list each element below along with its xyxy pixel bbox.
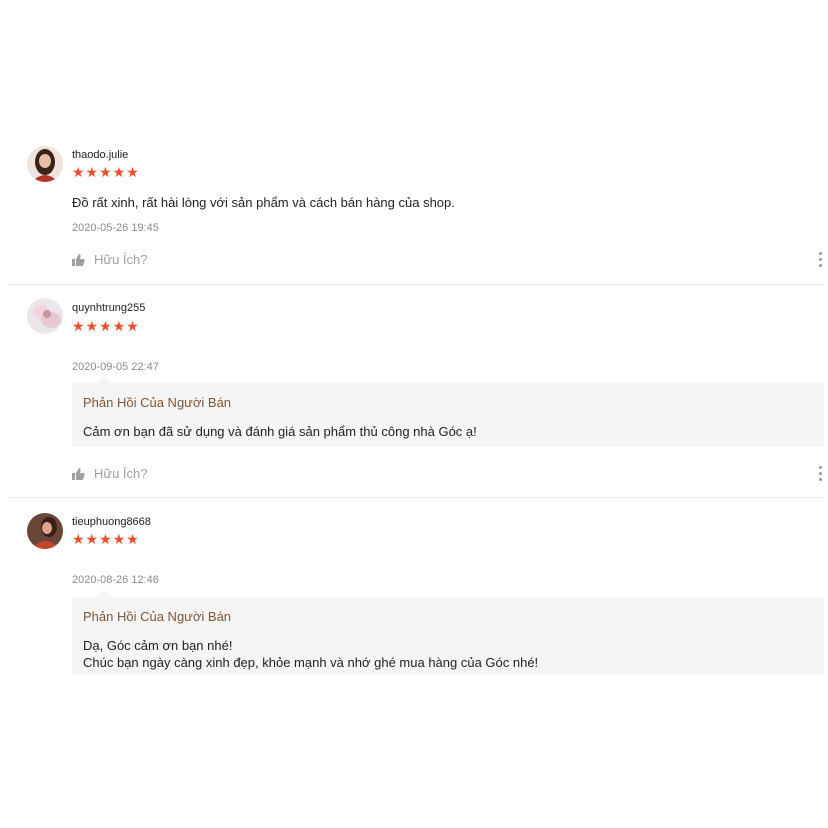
helpful-button[interactable]: Hữu Ích? xyxy=(72,252,148,267)
review-time: 2020-08-26 12:46 xyxy=(72,574,159,586)
username[interactable]: quynhtrung255 xyxy=(72,302,145,314)
seller-reply: Phản Hồi Của Người Bán Cảm ơn bạn đã sử … xyxy=(72,375,824,447)
helpful-button[interactable]: Hữu Ích? xyxy=(72,466,148,481)
review-time: 2020-05-26 19:45 xyxy=(72,222,159,234)
star-rating: ★★★★★ xyxy=(72,164,140,180)
more-vertical-icon[interactable] xyxy=(817,252,823,270)
seller-reply-title: Phản Hồi Của Người Bán xyxy=(83,609,232,624)
divider xyxy=(8,284,824,285)
avatar[interactable] xyxy=(27,146,63,182)
helpful-label: Hữu Ích? xyxy=(94,466,148,481)
seller-reply-title: Phản Hồi Của Người Bán xyxy=(83,395,232,410)
divider xyxy=(8,497,824,498)
avatar[interactable] xyxy=(27,513,63,549)
thumbs-up-icon xyxy=(72,253,85,266)
seller-reply-text: Chúc bạn ngày càng xinh đẹp, khỏe mạnh v… xyxy=(83,655,539,670)
star-rating: ★★★★★ xyxy=(72,318,140,334)
review-comment: Đồ rất xinh, rất hài lòng với sản phẩm v… xyxy=(72,195,455,210)
seller-reply: Phản Hồi Của Người Bán Dạ, Góc cảm ơn bạ… xyxy=(72,589,824,675)
seller-reply-text: Dạ, Góc cảm ơn bạn nhé! xyxy=(83,638,233,653)
helpful-label: Hữu Ích? xyxy=(94,252,148,267)
username[interactable]: tieuphuong8668 xyxy=(72,516,151,528)
seller-reply-text: Cảm ơn bạn đã sử dụng và đánh giá sản ph… xyxy=(83,424,477,439)
username[interactable]: thaodo.julie xyxy=(72,149,128,161)
thumbs-up-icon xyxy=(72,467,85,480)
star-rating: ★★★★★ xyxy=(72,531,140,547)
avatar[interactable] xyxy=(27,298,63,334)
more-vertical-icon[interactable] xyxy=(817,466,823,484)
review-time: 2020-09-05 22:47 xyxy=(72,361,159,373)
